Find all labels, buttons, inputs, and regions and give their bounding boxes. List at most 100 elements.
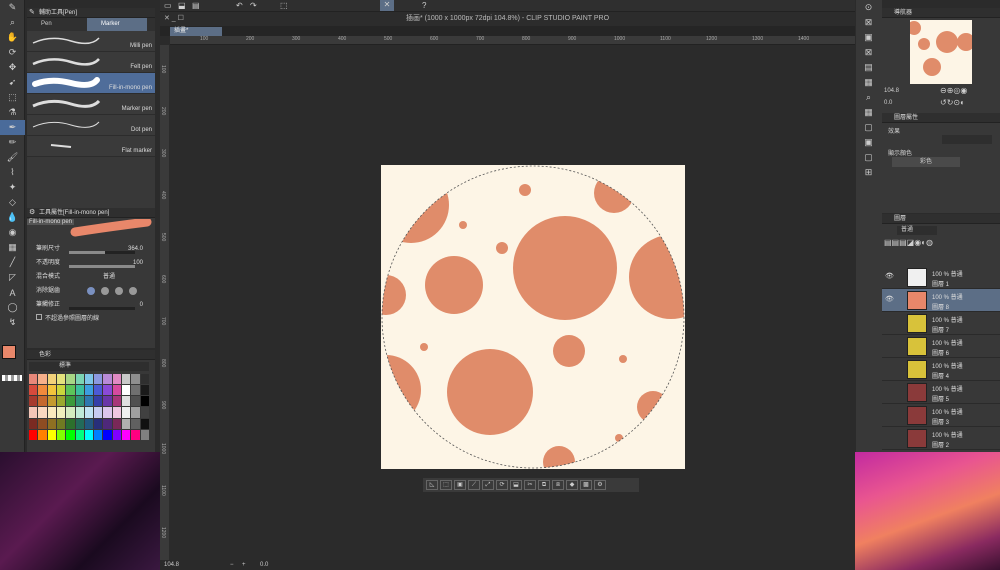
transparent-color-swatch[interactable]: [2, 375, 22, 381]
color-swatch[interactable]: [103, 374, 112, 385]
color-swatch[interactable]: [103, 407, 112, 418]
snap-ruler-icon[interactable]: ✕: [380, 0, 394, 11]
blend-tool-icon[interactable]: 💧: [0, 210, 25, 225]
color-swatch[interactable]: [112, 418, 122, 429]
gradient-tool-icon[interactable]: ▦: [0, 240, 25, 255]
operation-tool-icon[interactable]: ➹: [0, 75, 25, 90]
nav-zoom-controls-icon[interactable]: ⊖⊕◎◉: [940, 86, 967, 95]
selection-tool-icon[interactable]: ⬚: [0, 90, 25, 105]
layer-row[interactable]: 100 % 普通 圖層 2: [882, 427, 1000, 450]
hand-tool-icon[interactable]: ✋: [0, 30, 25, 45]
color-swatch[interactable]: [131, 407, 140, 418]
color-swatch[interactable]: [75, 374, 84, 385]
color-swatch[interactable]: [38, 374, 47, 385]
nav-angle[interactable]: 0.0: [884, 100, 892, 106]
color-swatch[interactable]: [94, 429, 103, 440]
color-swatch[interactable]: [94, 374, 103, 385]
color-swatch[interactable]: [94, 396, 103, 407]
layer-toolbar-icons[interactable]: ▤▤▤◪◉◐◍: [884, 238, 933, 247]
layer-row[interactable]: 100 % 普通 圖層 7: [882, 312, 1000, 335]
color-swatch[interactable]: [56, 374, 66, 385]
redo-icon[interactable]: ↷: [250, 1, 257, 10]
reference-layer-checkbox[interactable]: 不超過參照圖層的線: [27, 312, 155, 326]
color-swatch[interactable]: [122, 374, 131, 385]
brush-fill-in-mono-pen[interactable]: Fill-in-mono pen: [27, 73, 155, 94]
brush-felt-pen[interactable]: Felt pen: [27, 52, 155, 73]
select-all-icon[interactable]: ⬚: [280, 1, 288, 10]
deselect-icon[interactable]: ◺: [426, 480, 438, 490]
color-swatch[interactable]: [103, 418, 112, 429]
cut-icon[interactable]: ✂: [524, 480, 536, 490]
aa-high-icon[interactable]: [129, 287, 137, 295]
open-icon[interactable]: ⬓: [178, 1, 186, 10]
clear-icon[interactable]: ⬓: [510, 480, 522, 490]
new-tone-icon[interactable]: ▩: [580, 480, 592, 490]
navigator-thumbnail[interactable]: [907, 20, 975, 84]
color-swatch-grid[interactable]: [29, 374, 149, 440]
color-swatch[interactable]: [84, 396, 94, 407]
color-swatch[interactable]: [56, 418, 66, 429]
color-swatch[interactable]: [47, 374, 56, 385]
text-tool-icon[interactable]: A: [0, 285, 25, 300]
auto-action-icon[interactable]: ▦: [856, 105, 881, 120]
visibility-eye-icon[interactable]: 👁: [885, 295, 894, 303]
nav-zoom[interactable]: 104.8: [884, 88, 899, 94]
color-swatch[interactable]: [131, 429, 140, 440]
color-swatch[interactable]: [131, 418, 140, 429]
invert-selection-icon[interactable]: ⬚: [440, 480, 452, 490]
color-swatch[interactable]: [66, 407, 75, 418]
search-icon[interactable]: ⌕: [856, 90, 881, 105]
settings-icon[interactable]: ⚙: [594, 480, 606, 490]
blend-mode-select[interactable]: 普通: [897, 226, 937, 235]
color-swatch[interactable]: [122, 418, 131, 429]
color-swatch[interactable]: [47, 418, 56, 429]
item-bank-icon[interactable]: ▢: [856, 120, 881, 135]
decoration-tool-icon[interactable]: ✦: [0, 180, 25, 195]
layer-row[interactable]: 100 % 普通 圖層 6: [882, 335, 1000, 358]
color-swatch[interactable]: [56, 407, 66, 418]
zoom-value[interactable]: 104.8: [164, 562, 179, 568]
save-icon[interactable]: ▤: [192, 1, 200, 10]
navigator-icon[interactable]: ⊙: [856, 0, 881, 15]
new-file-icon[interactable]: ▭: [164, 1, 172, 10]
color-swatch[interactable]: [47, 385, 56, 396]
color-swatch[interactable]: [131, 385, 140, 396]
color-swatch[interactable]: [56, 396, 66, 407]
crop-icon[interactable]: ⤢: [482, 480, 494, 490]
color-swatch[interactable]: [56, 385, 66, 396]
color-swatch[interactable]: [66, 385, 75, 396]
color-swatch[interactable]: [38, 407, 47, 418]
color-swatch[interactable]: [38, 385, 47, 396]
fill-selection-icon[interactable]: ◆: [566, 480, 578, 490]
color-swatch[interactable]: [140, 418, 149, 429]
visibility-eye-icon[interactable]: 👁: [885, 272, 894, 280]
brush-size-row[interactable]: 筆刷尺寸 364.0: [27, 242, 155, 256]
layer-row[interactable]: 100 % 普通 圖層 5: [882, 381, 1000, 404]
color-swatch[interactable]: [29, 374, 38, 385]
pencil-tool-icon[interactable]: ✏: [0, 135, 25, 150]
layer-row[interactable]: 100 % 普通 圖層 4: [882, 358, 1000, 381]
color-swatch[interactable]: [94, 418, 103, 429]
pen-tool-icon[interactable]: ✎: [0, 0, 25, 15]
color-swatch[interactable]: [38, 429, 47, 440]
subview-icon[interactable]: ⊠: [856, 15, 881, 30]
airbrush-tool-icon[interactable]: ⌇: [0, 165, 25, 180]
aa-none-icon[interactable]: [87, 287, 95, 295]
color-swatch[interactable]: [29, 407, 38, 418]
eyedropper-tool-icon[interactable]: ⚗: [0, 105, 25, 120]
move-tool-icon[interactable]: ✥: [0, 60, 25, 75]
color-swatch[interactable]: [75, 396, 84, 407]
color-swatch[interactable]: [94, 385, 103, 396]
color-swatch[interactable]: [75, 407, 84, 418]
color-swatch[interactable]: [84, 418, 94, 429]
transform-icon[interactable]: ⟳: [496, 480, 508, 490]
eraser-tool-icon[interactable]: ◇: [0, 195, 25, 210]
color-swatch[interactable]: [47, 429, 56, 440]
color-swatch[interactable]: [38, 396, 47, 407]
color-swatch[interactable]: [29, 385, 38, 396]
color-swatch[interactable]: [112, 407, 122, 418]
color-swatch[interactable]: [84, 429, 94, 440]
brush-dot-pen[interactable]: Dot pen: [27, 115, 155, 136]
zoom-out-icon[interactable]: −: [230, 560, 234, 570]
color-swatch[interactable]: [131, 396, 140, 407]
